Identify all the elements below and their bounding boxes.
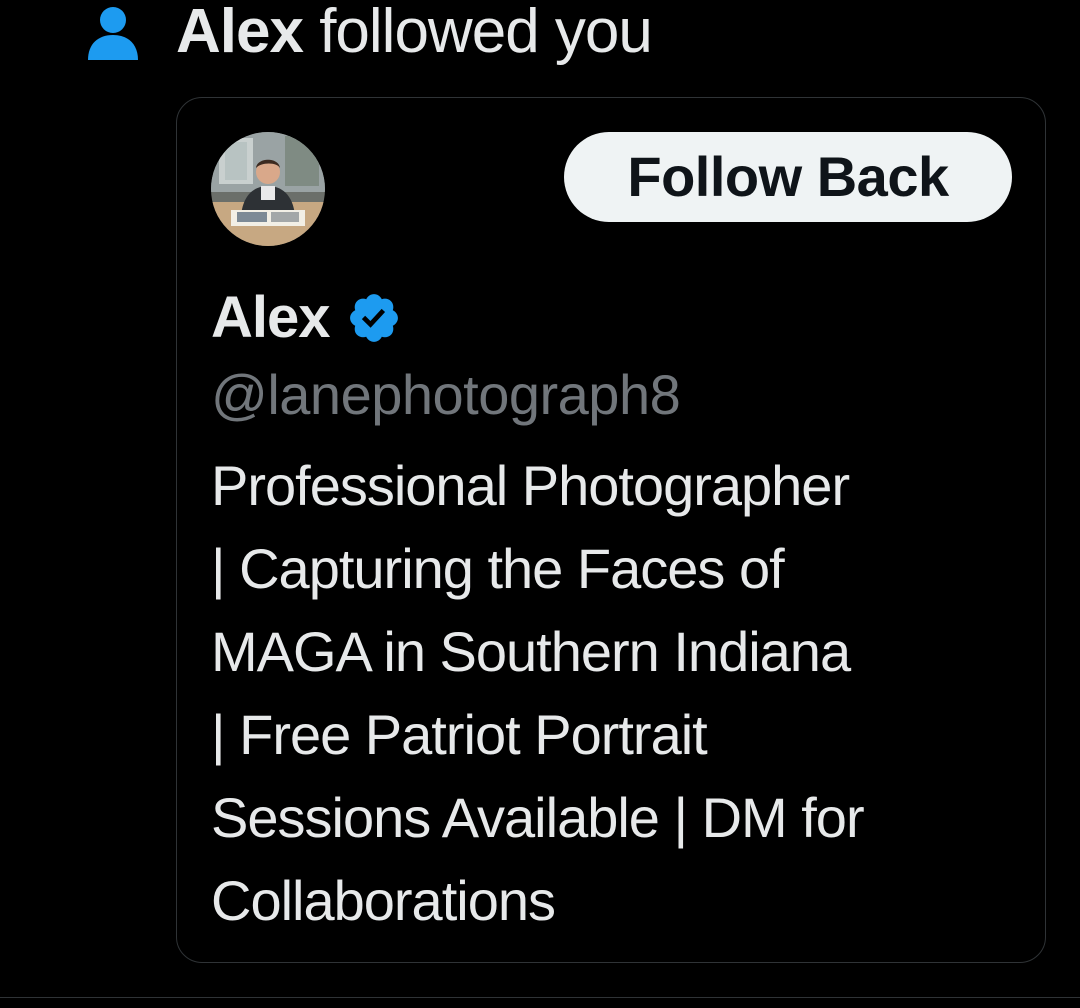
bio-line: Professional Photographer <box>211 454 850 517</box>
actor-name-link[interactable]: Alex <box>176 0 304 66</box>
display-name-row: Alex <box>211 278 402 358</box>
user-bio: Professional Photographer | Capturing th… <box>211 444 1011 942</box>
bio-line: Collaborations <box>211 869 556 932</box>
bio-line: | Capturing the Faces of <box>211 537 785 600</box>
user-handle[interactable]: @lanephotograph8 <box>211 356 681 434</box>
notification-action-text: followed you <box>302 0 653 66</box>
verified-badge-icon <box>346 290 402 346</box>
follow-notification[interactable]: Alex followed you Follow Back Alex @lane… <box>0 0 1080 1008</box>
bio-line: MAGA in Southern Indiana <box>211 620 851 683</box>
follow-back-button[interactable]: Follow Back <box>564 132 1012 222</box>
avatar[interactable] <box>211 132 325 246</box>
divider <box>0 997 1080 998</box>
display-name[interactable]: Alex <box>211 278 331 358</box>
notification-text: Alex followed you <box>176 0 653 70</box>
notification-header: Alex followed you <box>0 0 1080 70</box>
person-icon <box>86 6 140 62</box>
bio-line: Sessions Available | DM for <box>211 786 865 849</box>
user-card[interactable]: Follow Back Alex @lanephotograph8 Profes… <box>176 97 1046 963</box>
bio-line: | Free Patriot Portrait <box>211 703 708 766</box>
